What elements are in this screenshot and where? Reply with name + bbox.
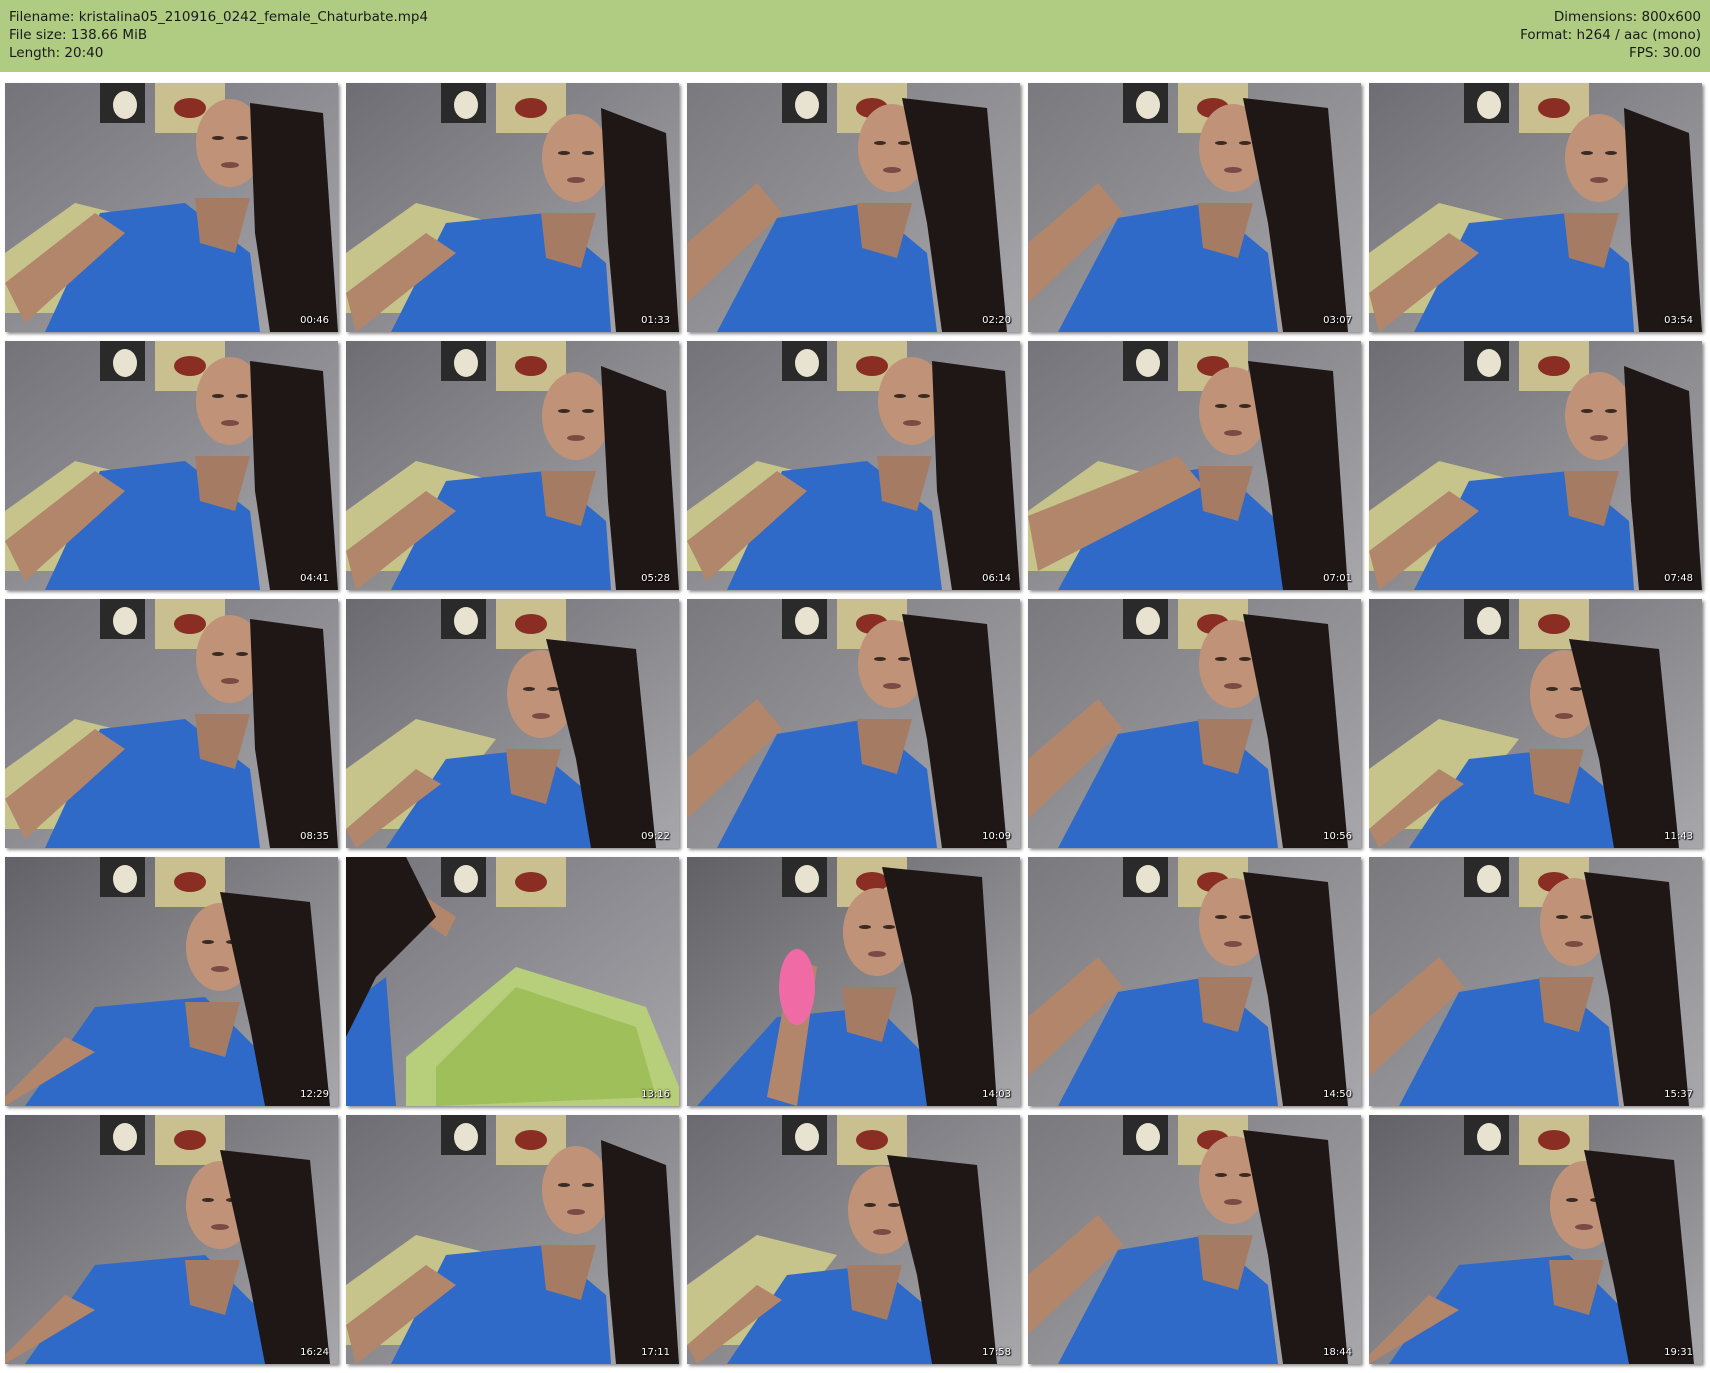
video-thumbnail: 19:31: [1369, 1115, 1702, 1364]
thumbnail-timestamp: 18:44: [1323, 1347, 1352, 1358]
thumbnail-frame-image: [5, 1115, 338, 1364]
thumbnail-frame-image: [5, 341, 338, 590]
thumbnail-frame-image: [1028, 1115, 1361, 1364]
video-thumbnail: 18:44: [1028, 1115, 1361, 1364]
video-thumbnail: 10:09: [687, 599, 1020, 848]
thumbnail-frame-image: [346, 341, 679, 590]
video-thumbnail: 17:58: [687, 1115, 1020, 1364]
video-thumbnail: 05:28: [346, 341, 679, 590]
thumbnail-frame-image: [687, 341, 1020, 590]
video-thumbnail: 03:54: [1369, 83, 1702, 332]
thumbnail-timestamp: 13:16: [641, 1089, 670, 1100]
thumbnail-frame-image: [5, 857, 338, 1106]
video-thumbnail: 04:41: [5, 341, 338, 590]
thumbnail-timestamp: 10:56: [1323, 831, 1352, 842]
thumbnail-timestamp: 09:22: [641, 831, 670, 842]
video-thumbnail: 07:01: [1028, 341, 1361, 590]
thumbnail-timestamp: 15:37: [1664, 1089, 1693, 1100]
thumbnail-timestamp: 08:35: [300, 831, 329, 842]
thumbnail-timestamp: 10:09: [982, 831, 1011, 842]
thumbnail-frame-image: [346, 599, 679, 848]
thumbnail-timestamp: 17:58: [982, 1347, 1011, 1358]
thumbnail-timestamp: 03:07: [1323, 315, 1352, 326]
video-thumbnail: 06:14: [687, 341, 1020, 590]
video-thumbnail: 03:07: [1028, 83, 1361, 332]
thumbnail-frame-image: [346, 83, 679, 332]
thumbnail-timestamp: 14:50: [1323, 1089, 1352, 1100]
filename-text: Filename: kristalina05_210916_0242_femal…: [9, 9, 429, 25]
thumbnail-frame-image: [687, 599, 1020, 848]
thumbnail-timestamp: 02:20: [982, 315, 1011, 326]
thumbnail-frame-image: [1028, 857, 1361, 1106]
video-thumbnail: 13:16: [346, 857, 679, 1106]
info-header: Filename: kristalina05_210916_0242_femal…: [0, 0, 1710, 72]
thumbnail-timestamp: 06:14: [982, 573, 1011, 584]
video-thumbnail: 16:24: [5, 1115, 338, 1364]
thumbnail-frame-image: [1028, 599, 1361, 848]
video-thumbnail: 10:56: [1028, 599, 1361, 848]
thumbnail-timestamp: 12:29: [300, 1089, 329, 1100]
thumbnail-frame-image: [1369, 83, 1702, 332]
filesize-text: File size: 138.66 MiB: [9, 27, 148, 43]
video-thumbnail: 09:22: [346, 599, 679, 848]
thumbnail-timestamp: 19:31: [1664, 1347, 1693, 1358]
thumbnail-timestamp: 07:01: [1323, 573, 1352, 584]
format-text: Format: h264 / aac (mono): [1520, 27, 1701, 43]
thumbnail-frame-image: [687, 857, 1020, 1106]
video-thumbnail: 00:46: [5, 83, 338, 332]
video-thumbnail: 11:43: [1369, 599, 1702, 848]
thumbnail-timestamp: 11:43: [1664, 831, 1693, 842]
thumbnail-frame-image: [1369, 1115, 1702, 1364]
file-info-left: Filename: kristalina05_210916_0242_femal…: [9, 8, 428, 62]
thumbnail-frame-image: [5, 83, 338, 332]
video-thumbnail: 12:29: [5, 857, 338, 1106]
thumbnail-timestamp: 03:54: [1664, 315, 1693, 326]
thumbnail-frame-image: [5, 599, 338, 848]
thumbnail-timestamp: 00:46: [300, 315, 329, 326]
thumbnail-timestamp: 17:11: [641, 1347, 670, 1358]
video-thumbnail: 17:11: [346, 1115, 679, 1364]
thumbnail-frame-image: [1369, 599, 1702, 848]
video-thumbnail: 08:35: [5, 599, 338, 848]
thumbnail-frame-image: [346, 1115, 679, 1364]
video-thumbnail: 02:20: [687, 83, 1020, 332]
fps-text: FPS: 30.00: [1629, 45, 1701, 61]
thumbnail-frame-image: [1028, 341, 1361, 590]
thumbnail-grid: 00:46 01:33 02:20 03:07 03:54 04:41 05:28 06:14…: [5, 83, 1707, 1368]
thumbnail-frame-image: [346, 857, 679, 1106]
thumbnail-frame-image: [1369, 857, 1702, 1106]
thumbnail-frame-image: [687, 1115, 1020, 1364]
video-thumbnail: 14:03: [687, 857, 1020, 1106]
thumbnail-frame-image: [1369, 341, 1702, 590]
thumbnail-timestamp: 05:28: [641, 573, 670, 584]
length-text: Length: 20:40: [9, 45, 104, 61]
thumbnail-frame-image: [1028, 83, 1361, 332]
thumbnail-timestamp: 04:41: [300, 573, 329, 584]
thumbnail-timestamp: 01:33: [641, 315, 670, 326]
thumbnail-frame-image: [687, 83, 1020, 332]
video-thumbnail: 01:33: [346, 83, 679, 332]
video-thumbnail: 14:50: [1028, 857, 1361, 1106]
thumbnail-timestamp: 16:24: [300, 1347, 329, 1358]
video-thumbnail: 15:37: [1369, 857, 1702, 1106]
file-info-right: Dimensions: 800x600 Format: h264 / aac (…: [1520, 8, 1701, 62]
video-thumbnail: 07:48: [1369, 341, 1702, 590]
thumbnail-timestamp: 07:48: [1664, 573, 1693, 584]
thumbnail-timestamp: 14:03: [982, 1089, 1011, 1100]
dimensions-text: Dimensions: 800x600: [1553, 9, 1701, 25]
